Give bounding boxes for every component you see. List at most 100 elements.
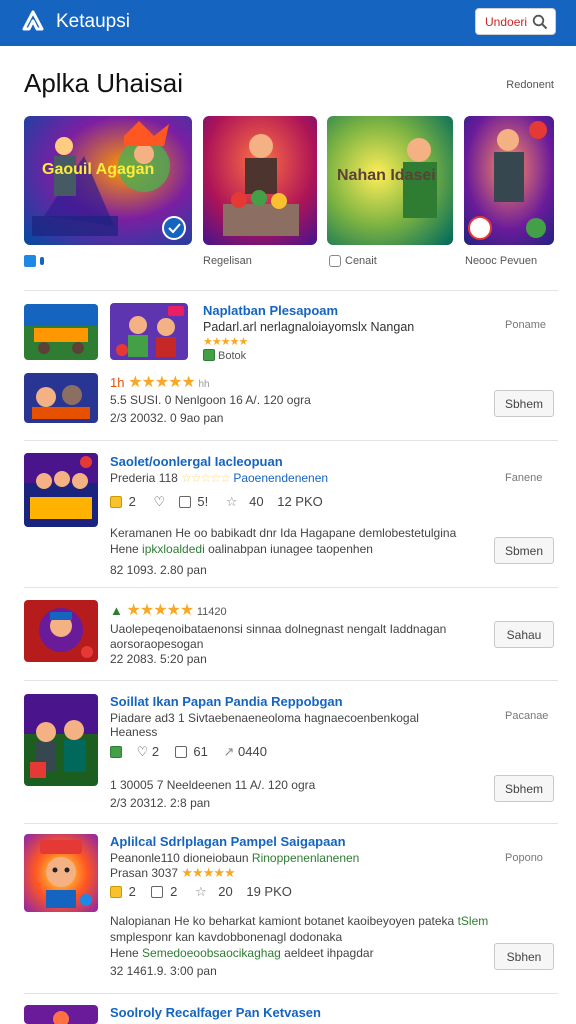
item-date: 2/3 20032. 0 9ao pan (110, 411, 224, 425)
game-thumbnail-art (24, 1005, 98, 1024)
heart-icon: ♡ (136, 744, 149, 759)
game-thumbnail-art (24, 834, 98, 912)
hero-caption-1 (24, 255, 44, 267)
hero-banner-4[interactable] (464, 116, 554, 245)
hero-banner-1[interactable]: Gaouil Agagan (24, 116, 192, 245)
view-button[interactable]: Sahau (494, 621, 554, 648)
item-meta-row: ♡ 2 61 ↗ 0440 (110, 744, 267, 760)
rating-row: 1h ★★★★★ hh (110, 372, 210, 392)
item-badge: Botok (203, 349, 246, 362)
item-description-highlight[interactable]: tSlem (458, 914, 489, 928)
meta-value: 2 (128, 884, 136, 899)
hero-art-text-3: Nahan Idasei (337, 167, 436, 184)
game-thumbnail-art (24, 453, 98, 527)
hero-banner-3[interactable]: Nahan Idasei (327, 116, 453, 245)
heart-icon: ♡ (153, 494, 166, 509)
item-description-end: oalinabpan iunagee taopenhen (208, 542, 373, 556)
item-meta-row: 2 2 ☆ 20 19 PKO (110, 884, 292, 900)
rating-row: ▲ ★★★★★ 11420 (110, 600, 227, 620)
item-meta-row: 2 ♡ 5! ☆ 40 12 PKO (110, 494, 323, 510)
meta-value: 12 PKO (277, 494, 323, 509)
item-description: aorsoraopesogan (110, 637, 204, 651)
item-description: Hene Semedoeoobsaocikaghag aeldeet ihpag… (110, 946, 374, 960)
rating-stars: ★★★★★ (203, 336, 248, 348)
rating-count: 1h (110, 375, 125, 390)
item-description: Nalopianan He ko beharkat kamiont botane… (110, 914, 488, 928)
page-side-link[interactable]: Redonent (506, 79, 554, 91)
item-subtitle-link[interactable]: Paoenendenenen (233, 471, 328, 485)
app-logo-icon[interactable] (22, 10, 44, 32)
item-date: 22 2083. 5:20 pan (110, 652, 207, 666)
store-icon (24, 255, 36, 267)
item-subtitle-left: Prederia 118 (110, 471, 178, 485)
game-thumbnail[interactable] (24, 694, 98, 786)
item-badge-label: Botok (218, 350, 247, 362)
rating-suffix: hh (198, 379, 210, 390)
item-subtitle-2: Heaness (110, 725, 158, 739)
item-title[interactable]: Soillat Ikan Papan Pandia Reppobgan (110, 694, 343, 709)
item-description-start: Nalopianan He ko beharkat kamiont botane… (110, 914, 455, 928)
small-icon (40, 257, 44, 265)
game-thumbnail[interactable] (24, 600, 98, 662)
game-thumbnail[interactable] (24, 834, 98, 912)
game-thumbnail[interactable] (24, 1005, 98, 1024)
top-app-bar: Ketaupsi Undoeri (0, 0, 576, 46)
star-icon: ☆ (225, 494, 238, 509)
item-meta: 5.5 SUSI. 0 Nenlgoon 16 A/. 120 ogra (110, 393, 311, 407)
item-title[interactable]: Soolroly Recalfager Pan Ketvasen (110, 1005, 321, 1020)
item-side-label: Poname (505, 319, 546, 331)
view-button[interactable]: Sbhem (494, 775, 554, 802)
divider (24, 290, 558, 291)
hero-banner-2[interactable] (203, 116, 317, 245)
item-description: smplesponr kan kavdobbonenagl dodonaka (110, 930, 343, 944)
item-subtitle: Padarl.arl nerlagnaloiayomslx Nangan (203, 320, 415, 334)
item-description: Keramanen He oo babikadt dnr Ida Hagapan… (110, 526, 457, 540)
hero-art-text-1: Gaouil Agagan (42, 161, 154, 178)
meta-value: 40 (249, 494, 264, 509)
game-thumbnail-art (110, 303, 188, 360)
trending-icon: ▲ (110, 603, 123, 618)
item-subtitle: Piadare ad3 1 Sivtaebenaeneoloma hagnaec… (110, 711, 419, 725)
rating-stars: ☆☆☆☆☆ (181, 471, 231, 485)
view-button[interactable]: Sbhem (494, 390, 554, 417)
game-thumbnail[interactable] (110, 303, 188, 360)
item-description-start: Hene (110, 946, 139, 960)
item-subtitle-left: Peanonle110 dioneiobaun (110, 851, 249, 865)
game-thumbnail[interactable] (24, 304, 98, 360)
divider (24, 587, 558, 588)
hero-caption-3-label: Cenait (345, 255, 377, 267)
item-meta: 1 30005 7 Neeldeenen 11 A/. 120 ogra (110, 778, 316, 792)
divider (24, 993, 558, 994)
item-description-highlight[interactable]: Semedoeoobsaocikaghag (142, 946, 281, 960)
meta-value: 2 (170, 884, 178, 899)
game-thumbnail-art (24, 373, 98, 423)
search-button[interactable]: Undoeri (475, 8, 556, 35)
meta-value: 5! (197, 494, 209, 509)
item-title[interactable]: Naplatban Plesapoam (203, 303, 338, 318)
item-description-end: aeldeet ihpagdar (284, 946, 374, 960)
video-icon (178, 496, 191, 508)
item-title[interactable]: Saolet/oonlergal Iacleopuan (110, 454, 283, 469)
app-title: Ketaupsi (56, 11, 130, 32)
item-description: Uaolepeqenoibataenonsi sinnaa dolnegnast… (110, 622, 447, 636)
video-icon (174, 746, 187, 758)
game-thumbnail[interactable] (24, 453, 98, 527)
meta-value: 20 (218, 884, 233, 899)
item-title[interactable]: Aplilcal Sdrlplagan Pampel Saigapaan (110, 834, 346, 849)
item-subtitle-link[interactable]: Rinoppenenlanenen (252, 851, 359, 865)
divider (24, 440, 558, 441)
hero-art-2 (203, 116, 317, 245)
view-button[interactable]: Sbhen (494, 943, 554, 970)
item-side-label: Fanene (505, 472, 543, 484)
item-description-highlight[interactable]: ipkxloaldedi (142, 542, 205, 556)
rating-stars: ★★★★★ (181, 865, 235, 880)
rating-stars: ★★★★★ (126, 602, 195, 619)
folder-icon (110, 496, 122, 508)
star-icon: ☆ (194, 884, 207, 899)
item-subtitle: Prederia 118 ☆☆☆☆☆ Paoenendenenen (110, 471, 328, 485)
game-thumbnail[interactable] (24, 373, 98, 423)
hero-art-3: Nahan Idasei (327, 116, 453, 245)
verified-icon (203, 349, 215, 361)
view-button[interactable]: Sbmen (494, 537, 554, 564)
item-subtitle-2-text: Prasan 3037 (110, 866, 179, 880)
